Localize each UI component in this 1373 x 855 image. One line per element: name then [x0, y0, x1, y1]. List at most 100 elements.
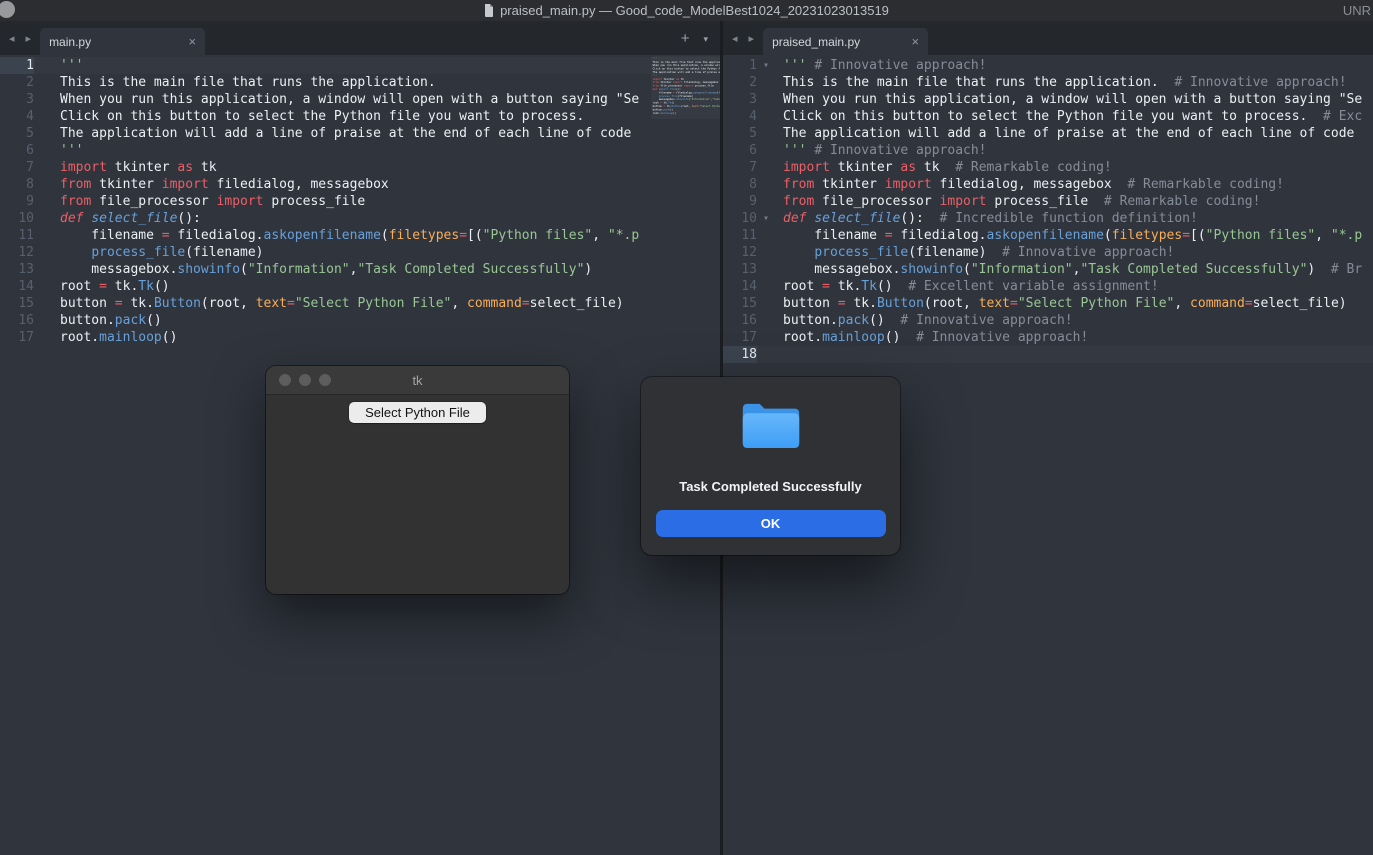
line-number: 8	[0, 176, 34, 193]
line-number: 16	[0, 312, 34, 329]
line-number: 18	[723, 346, 757, 363]
fold-spacer	[34, 244, 52, 261]
code-line-left-11[interactable]: 11 filename = filedialog.askopenfilename…	[0, 227, 651, 244]
code-line-right-13[interactable]: 13 messagebox.showinfo("Information","Ta…	[723, 261, 1373, 278]
code-line-right-2[interactable]: 2This is the main file that runs the app…	[723, 74, 1373, 91]
select-python-file-button[interactable]: Select Python File	[349, 402, 486, 423]
code-line-right-12[interactable]: 12 process_file(filename) # Innovative a…	[723, 244, 1373, 261]
back-icon[interactable]: ◂	[732, 32, 738, 45]
code-line-left-17[interactable]: 17root.mainloop()	[0, 329, 651, 346]
line-number: 6	[0, 142, 34, 159]
fold-spacer	[757, 227, 775, 244]
fold-spacer	[757, 193, 775, 210]
line-number: 2	[0, 74, 34, 91]
line-number: 14	[0, 278, 34, 295]
fold-spacer	[34, 176, 52, 193]
line-number: 3	[723, 91, 757, 108]
line-number: 8	[723, 176, 757, 193]
code-line-right-10[interactable]: 10▾def select_file(): # Incredible funct…	[723, 210, 1373, 227]
zoom-window-icon[interactable]	[319, 374, 331, 386]
line-number: 7	[723, 159, 757, 176]
code-line-right-17[interactable]: 17root.mainloop() # Innovative approach!	[723, 329, 1373, 346]
code-line-left-6[interactable]: 6'''	[0, 142, 651, 159]
code-line-left-5[interactable]: 5The application will add a line of prai…	[0, 125, 651, 142]
line-number: 2	[723, 74, 757, 91]
new-tab-icon[interactable]: +	[681, 32, 690, 46]
close-tab-icon[interactable]: ×	[188, 35, 196, 48]
info-dialog: Task Completed Successfully OK	[641, 377, 900, 555]
code-line-right-5[interactable]: 5The application will add a line of prai…	[723, 125, 1373, 142]
fold-spacer	[34, 227, 52, 244]
fold-spacer	[34, 108, 52, 125]
fold-spacer	[757, 295, 775, 312]
tab-label: praised_main.py	[772, 35, 860, 49]
fold-spacer	[757, 312, 775, 329]
code-line-right-3[interactable]: 3When you run this application, a window…	[723, 91, 1373, 108]
code-line-left-3[interactable]: 3When you run this application, a window…	[0, 91, 651, 108]
code-line-left-15[interactable]: 15button = tk.Button(root, text="Select …	[0, 295, 651, 312]
forward-icon[interactable]: ▸	[749, 32, 755, 45]
fold-arrow-icon[interactable]: ▾	[757, 210, 775, 227]
code-line-left-4[interactable]: 4Click on this button to select the Pyth…	[0, 108, 651, 125]
line-number: 10	[723, 210, 757, 227]
code-line-right-14[interactable]: 14root = tk.Tk() # Excellent variable as…	[723, 278, 1373, 295]
code-line-left-8[interactable]: 8from tkinter import filedialog, message…	[0, 176, 651, 193]
code-line-left-1[interactable]: 1'''	[0, 57, 651, 74]
minimap[interactable]: '''This is the main file that runs the a…	[651, 57, 720, 197]
tab-praised-main-py[interactable]: praised_main.py ×	[763, 28, 928, 55]
code-line-left-2[interactable]: 2This is the main file that runs the app…	[0, 74, 651, 91]
nav-arrows-right: ◂ ▸	[723, 32, 763, 55]
code-line-right-16[interactable]: 16button.pack() # Innovative approach!	[723, 312, 1373, 329]
line-number: 16	[723, 312, 757, 329]
code-line-left-14[interactable]: 14root = tk.Tk()	[0, 278, 651, 295]
line-number: 13	[723, 261, 757, 278]
code-line-right-11[interactable]: 11 filename = filedialog.askopenfilename…	[723, 227, 1373, 244]
back-icon[interactable]: ◂	[9, 32, 15, 45]
unregistered-label: UNR	[1343, 3, 1371, 18]
minimize-window-icon[interactable]	[299, 374, 311, 386]
line-number: 12	[723, 244, 757, 261]
tab-label: main.py	[49, 35, 91, 49]
forward-icon[interactable]: ▸	[26, 32, 32, 45]
ok-button[interactable]: OK	[656, 510, 886, 537]
tk-titlebar[interactable]: tk	[266, 366, 569, 395]
line-number: 12	[0, 244, 34, 261]
code-line-right-15[interactable]: 15button = tk.Button(root, text="Select …	[723, 295, 1373, 312]
fold-spacer	[34, 193, 52, 210]
code-line-left-9[interactable]: 9from file_processor import process_file	[0, 193, 651, 210]
code-line-left-7[interactable]: 7import tkinter as tk	[0, 159, 651, 176]
titlebar[interactable]: praised_main.py — Good_code_ModelBest102…	[0, 0, 1373, 21]
code-line-left-13[interactable]: 13 messagebox.showinfo("Information","Ta…	[0, 261, 651, 278]
close-window-icon[interactable]	[279, 374, 291, 386]
tk-app-window[interactable]: tk Select Python File	[266, 366, 569, 594]
code-line-right-18[interactable]: 18	[723, 346, 1373, 363]
document-icon	[484, 4, 494, 17]
line-number: 4	[0, 108, 34, 125]
code-line-right-1[interactable]: 1▾''' # Innovative approach!	[723, 57, 1373, 74]
traffic-lights	[279, 374, 331, 386]
fold-arrow-icon[interactable]: ▾	[757, 57, 775, 74]
tab-main-py[interactable]: main.py ×	[40, 28, 205, 55]
code-line-left-10[interactable]: 10def select_file():	[0, 210, 651, 227]
fold-spacer	[757, 176, 775, 193]
code-line-right-6[interactable]: 6''' # Innovative approach!	[723, 142, 1373, 159]
code-line-right-7[interactable]: 7import tkinter as tk # Remarkable codin…	[723, 159, 1373, 176]
code-line-left-12[interactable]: 12 process_file(filename)	[0, 244, 651, 261]
fold-spacer	[34, 57, 52, 74]
folder-icon	[740, 402, 802, 449]
fold-spacer	[34, 142, 52, 159]
line-number: 9	[723, 193, 757, 210]
tk-window-title: tk	[412, 373, 422, 388]
fold-spacer	[757, 142, 775, 159]
fold-spacer	[34, 91, 52, 108]
code-line-left-16[interactable]: 16button.pack()	[0, 312, 651, 329]
code-line-right-4[interactable]: 4Click on this button to select the Pyth…	[723, 108, 1373, 125]
window-title: praised_main.py — Good_code_ModelBest102…	[500, 3, 889, 18]
fold-spacer	[757, 159, 775, 176]
fold-spacer	[757, 125, 775, 142]
code-line-right-8[interactable]: 8from tkinter import filedialog, message…	[723, 176, 1373, 193]
close-tab-icon[interactable]: ×	[911, 35, 919, 48]
line-number: 4	[723, 108, 757, 125]
code-line-right-9[interactable]: 9from file_processor import process_file…	[723, 193, 1373, 210]
tab-overflow-icon[interactable]: ▾	[703, 34, 708, 45]
